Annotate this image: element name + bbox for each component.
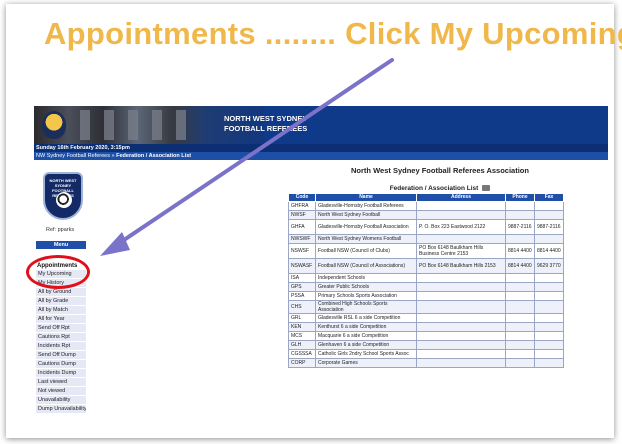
col-code: Code	[288, 193, 316, 202]
table-row: GRL Gladesville RSL 6 a side Competition	[288, 313, 564, 323]
col-name: Name	[315, 193, 417, 202]
col-fax: Fax	[534, 193, 564, 202]
table-row: NSWASF Football NSW (Council of Associati…	[288, 258, 564, 274]
table-row: MCS Macquarie 6 a side Competition	[288, 331, 564, 341]
table-row: KEN Kenthurst 6 a side Competition	[288, 322, 564, 332]
table-row: GHFA Gladesville-Hornsby Football Associa…	[288, 219, 564, 235]
table-row: CHS Combined High Schools Sports Associat…	[288, 300, 564, 314]
printer-icon[interactable]	[482, 185, 491, 192]
col-phone: Phone	[505, 193, 535, 202]
table-row: ISA Independent Schools	[288, 273, 564, 283]
table-row: GPS Greater Public Schools	[288, 282, 564, 292]
list-title: Federation / Association List	[290, 185, 590, 192]
col-address: Address	[416, 193, 506, 202]
table-row: NWSF North West Sydney Football	[288, 210, 564, 220]
org-title: North West Sydney Football Referees Asso…	[351, 166, 529, 175]
table-row: GLH Glenhaven 6 a side Competition	[288, 340, 564, 350]
table-row: CGSSSA Catholic Girls 2ndry School Sports…	[288, 349, 564, 359]
table-row: GHFRA Gladesville-Hornsby Football Refere…	[288, 201, 564, 211]
table-row: NSWSF Football NSW (Council of Clubs) PO B…	[288, 243, 564, 259]
table-row: CORP Corporate Games	[288, 358, 564, 368]
table-header-row: Code Name Address Phone Fax	[288, 193, 564, 202]
table-row: PSSA Primary Schools Sports Association	[288, 291, 564, 301]
table-row: NWSWF North West Sydney Womens Football	[288, 234, 564, 244]
federation-table: Code Name Address Phone Fax GHFRA Gladesv…	[288, 193, 564, 368]
